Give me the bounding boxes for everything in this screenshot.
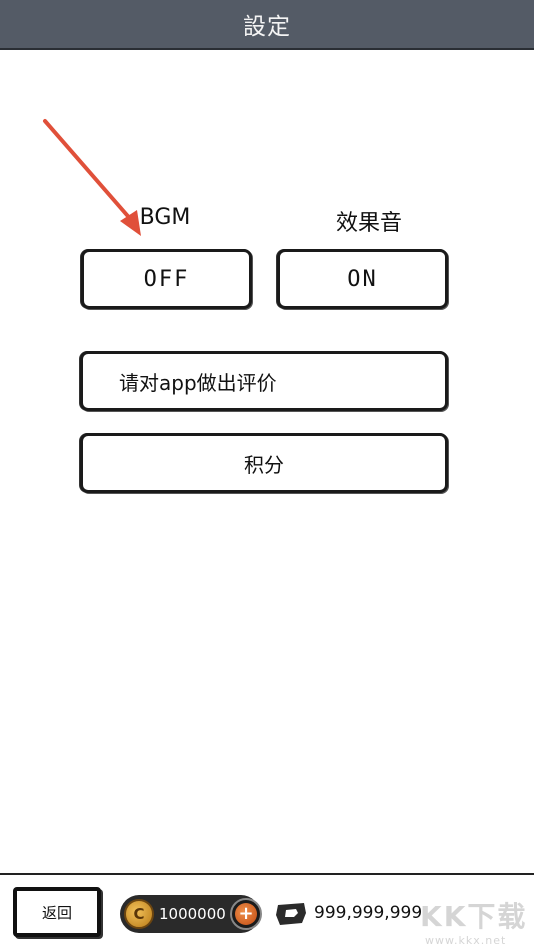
ticket-value: 999,999,999 [314, 903, 423, 923]
sound-effect-state-text: ON [347, 266, 378, 292]
watermark-logo: KK下载 [420, 900, 528, 933]
page-title: 設定 [243, 14, 291, 40]
ticket-icon [276, 903, 306, 925]
bgm-toggle-button[interactable]: OFF [81, 249, 252, 309]
coin-icon: C [124, 899, 154, 929]
bgm-state-text: OFF [143, 266, 190, 292]
watermark-url: www.kkx.net [425, 934, 507, 947]
sound-effect-toggle-button[interactable]: ON [277, 249, 448, 309]
rate-app-button[interactable]: 请对app做出评价 [80, 351, 448, 411]
rate-app-label: 请对app做出评价 [119, 370, 277, 395]
score-label: 积分 [244, 452, 284, 477]
bgm-label: BGM [139, 205, 191, 230]
back-button-label: 返回 [41, 903, 72, 922]
header-bar: 設定 [0, 0, 534, 50]
sound-effect-label: 效果音 [335, 211, 402, 236]
plus-icon: + [235, 903, 257, 925]
back-button[interactable]: 返回 [13, 887, 101, 937]
add-coins-button[interactable]: + [230, 898, 262, 930]
coin-value: 1000000 [159, 905, 226, 923]
score-button[interactable]: 积分 [80, 433, 448, 493]
coin-counter: C 1000000 + [120, 895, 262, 933]
